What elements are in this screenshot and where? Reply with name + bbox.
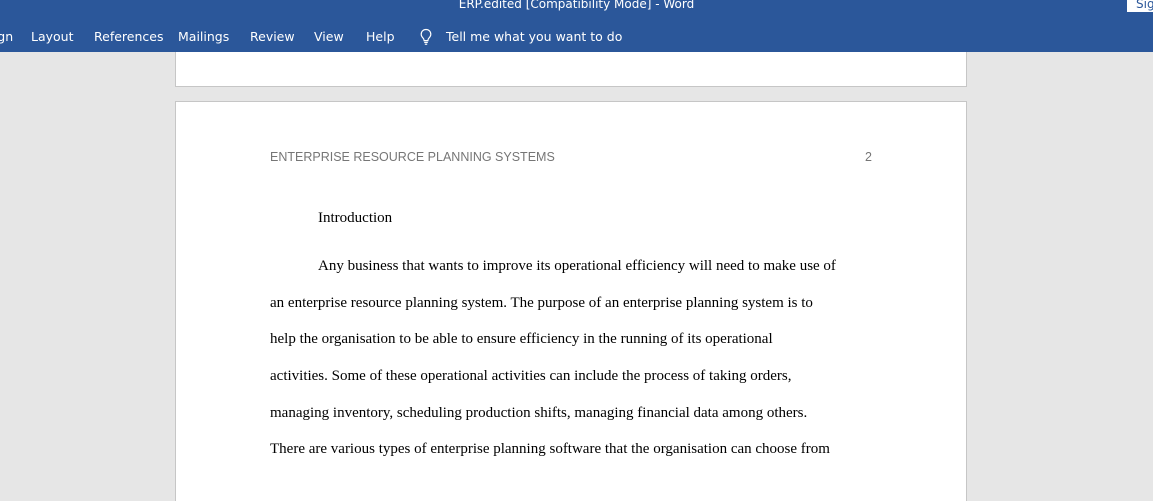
tab-layout[interactable]: Layout [31, 28, 74, 46]
paragraph-line: help the organisation to be able to ensu… [270, 331, 773, 347]
ribbon: ERP.edited [Compatibility Mode] - Word S… [0, 0, 1153, 52]
page-number: 2 [865, 150, 872, 164]
tab-mailings[interactable]: Mailings [178, 28, 229, 46]
section-heading: Introduction [318, 210, 393, 226]
tab-references[interactable]: References [94, 28, 163, 46]
paragraph-line: Any business that wants to improve its o… [318, 258, 836, 274]
previous-page[interactable] [175, 52, 967, 87]
current-page[interactable]: ENTERPRISE RESOURCE PLANNING SYSTEMS 2 I… [175, 101, 967, 501]
running-head: ENTERPRISE RESOURCE PLANNING SYSTEMS [270, 150, 555, 164]
tab-review[interactable]: Review [250, 28, 295, 46]
tell-me-search[interactable]: Tell me what you want to do [446, 28, 622, 46]
document-workspace[interactable]: ENTERPRISE RESOURCE PLANNING SYSTEMS 2 I… [0, 52, 1153, 501]
window-title: ERP.edited [Compatibility Mode] - Word [458, 0, 695, 11]
tab-view[interactable]: View [314, 28, 344, 46]
sign-in-button[interactable]: Sign in [1127, 0, 1153, 12]
tab-help[interactable]: Help [366, 28, 395, 46]
paragraph-line: activities. Some of these operational ac… [270, 368, 792, 384]
paragraph-line: an enterprise resource planning system. … [270, 295, 813, 311]
tab-design[interactable]: Design [0, 28, 13, 46]
lightbulb-icon[interactable] [419, 27, 433, 47]
paragraph-line: managing inventory, scheduling productio… [270, 405, 808, 421]
